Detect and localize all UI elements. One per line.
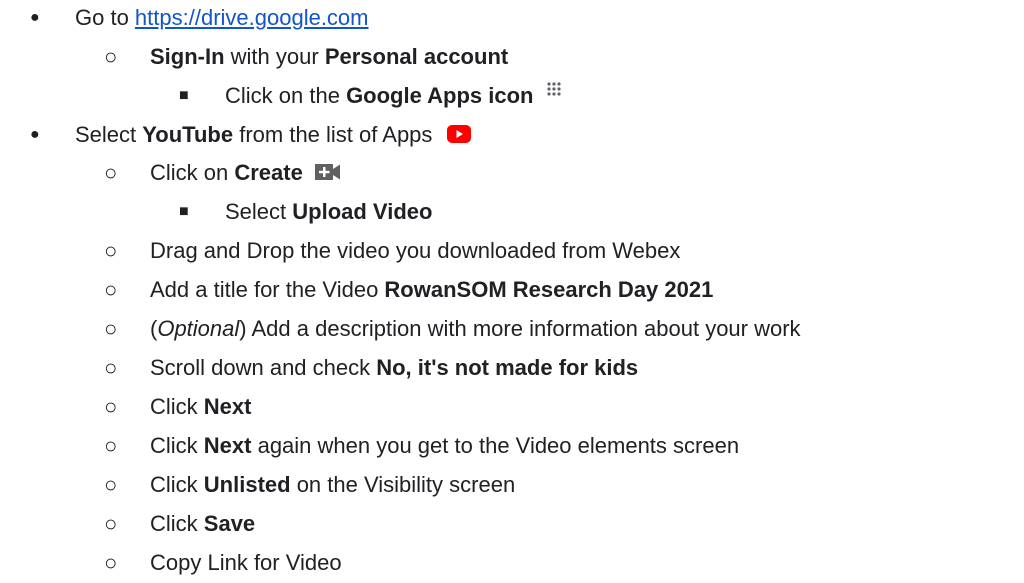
item-bold-text: Personal account [324, 44, 509, 69]
create-video-icon [314, 161, 341, 187]
item-bold-text: Next [203, 394, 252, 419]
item-text: Click [150, 511, 204, 536]
item-italic-text: Optional [157, 316, 240, 341]
item-text: Select [75, 122, 143, 147]
item-text: Go to [75, 5, 135, 30]
google-apps-icon [546, 81, 566, 107]
bullet-circle: ○ [104, 44, 118, 69]
item-text: Scroll down and check [150, 355, 377, 380]
bullet-circle: ○ [104, 550, 118, 575]
item-bold-text: Create [234, 160, 303, 185]
item-text: on the Visibility screen [290, 472, 516, 497]
bullet-circle: ○ [104, 394, 118, 419]
item-bold-text: Save [203, 511, 256, 536]
item-text: Click on [150, 160, 235, 185]
item-text: Drag and Drop the video you downloaded f… [150, 238, 681, 263]
item-bold-text: Google Apps icon [346, 83, 534, 108]
item-bold-text: RowanSOM Research Day 2021 [384, 277, 714, 302]
item-bold-text: YouTube [142, 122, 234, 147]
drive-link[interactable]: https://drive.google.com [135, 5, 369, 30]
bullet-circle: ○ [104, 160, 118, 185]
item-text: Add a title for the Video [150, 277, 385, 302]
item-bold-text: Upload Video [292, 199, 433, 224]
item-text: with your [224, 44, 325, 69]
bullet-circle: ○ [104, 238, 118, 263]
bullet-disc: ● [30, 9, 40, 26]
item-text: Click on the [225, 83, 347, 108]
bullet-circle: ○ [104, 355, 118, 380]
item-text: ) Add a description with more informatio… [239, 316, 801, 341]
bullet-circle: ○ [104, 433, 118, 458]
item-bold-text: Sign-In [150, 44, 225, 69]
item-text: Select [225, 199, 293, 224]
bullet-circle: ○ [104, 511, 118, 536]
bullet-square: ■ [179, 203, 189, 220]
bullet-circle: ○ [104, 277, 118, 302]
bullet-square: ■ [179, 87, 189, 104]
item-text: Click [150, 433, 204, 458]
item-bold-text: Next [203, 433, 252, 458]
item-text: again when you get to the Video elements… [251, 433, 740, 458]
item-text: Click [150, 394, 204, 419]
item-bold-text: No, it's not made for kids [376, 355, 639, 380]
item-text: Click [150, 472, 204, 497]
bullet-circle: ○ [104, 316, 118, 341]
item-bold-text: Unlisted [203, 472, 291, 497]
bullet-circle: ○ [104, 472, 118, 497]
bullet-disc: ● [30, 126, 40, 143]
item-text: Copy Link for Video [150, 550, 342, 575]
item-text: from the list of Apps [233, 122, 433, 147]
youtube-icon [446, 123, 471, 149]
